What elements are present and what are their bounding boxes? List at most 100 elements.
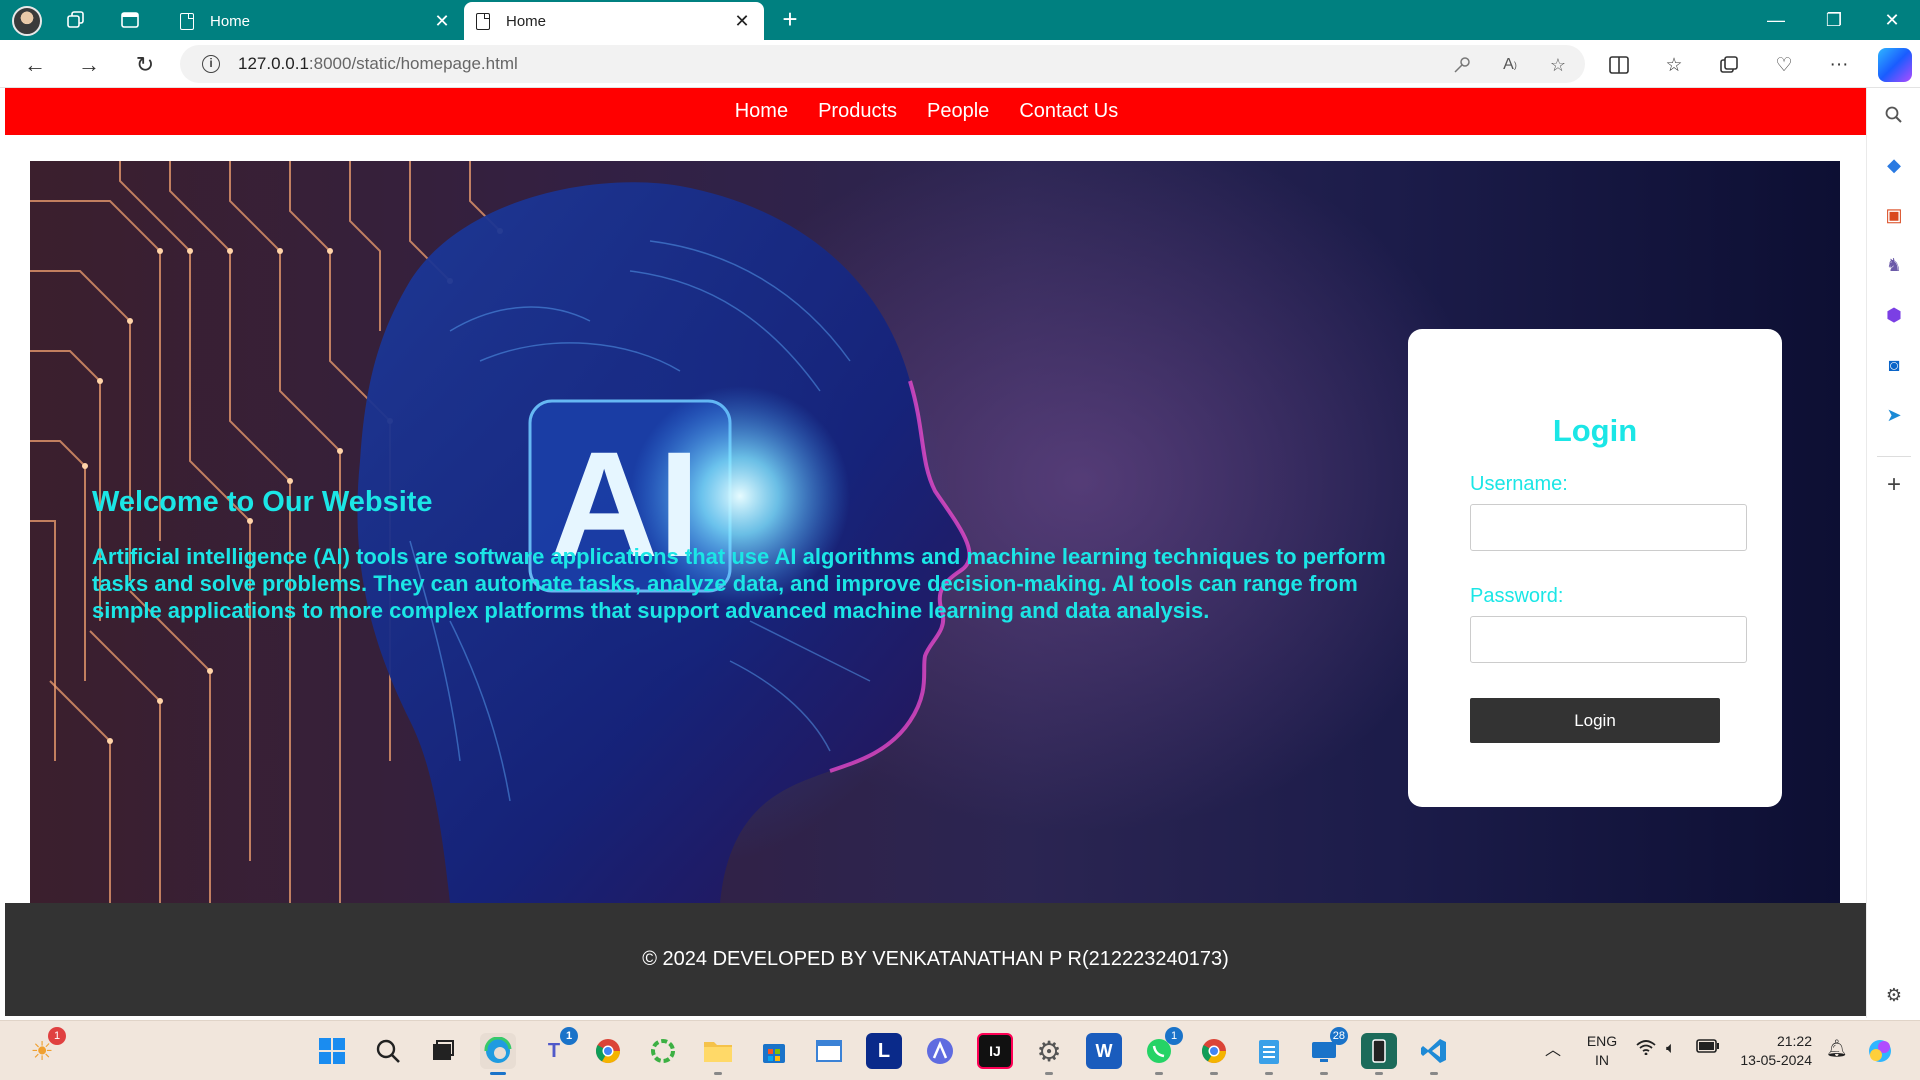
window-app-icon[interactable] [811,1033,847,1069]
volume-icon[interactable]: 🔈︎ [1666,1039,1676,1058]
battery-icon[interactable] [1696,1039,1720,1058]
teams-badge: 1 [560,1027,578,1045]
clock-date: 13-05-2024 [1740,1052,1812,1068]
chrome-profile-icon[interactable] [1196,1033,1232,1075]
password-key-icon[interactable] [1449,52,1475,78]
copilot-icon[interactable] [1878,48,1912,82]
triangle-app-icon[interactable] [922,1033,958,1069]
language-code: ENG [1586,1033,1618,1049]
tab-title: Home [210,12,251,30]
microsoft-store-icon[interactable] [756,1033,792,1069]
login-button[interactable]: Login [1470,698,1720,743]
url-path: :8000/static/homepage.html [308,54,518,73]
nav-link-home[interactable]: Home [735,100,788,123]
intro-paragraph: Artificial intelligence (AI) tools are s… [92,544,1386,623]
site-footer: © 2024 DEVELOPED BY VENKATANATHAN P R(21… [5,903,1866,1016]
login-title: Login [1552,413,1638,448]
show-hidden-icons-chevron-icon[interactable]: ︿ [1545,1041,1561,1060]
circle-app-icon[interactable] [645,1033,681,1069]
edge-sidebar: ◆ ▣ ♞ ⬢ ◙ ➤ + ⚙ [1866,88,1920,1018]
tab-title: Home [506,12,547,30]
send-icon[interactable]: ➤ [1879,400,1909,430]
clock-time: 21:22 [1776,1033,1812,1049]
password-label: Password: [1470,585,1564,607]
phone-link-icon[interactable] [1361,1033,1397,1075]
weather-badge: 1 [48,1027,66,1045]
weather-widget-icon[interactable]: ☀ 1 [24,1027,66,1069]
region-code: IN [1595,1052,1609,1068]
notepad-icon[interactable] [1251,1033,1287,1075]
password-input[interactable] [1470,616,1747,663]
l-app-icon[interactable]: L [866,1033,902,1069]
profile-avatar[interactable] [12,6,42,36]
workspaces-icon[interactable] [62,6,90,34]
close-tab-icon[interactable]: ✕ [732,11,752,32]
copilot-preview-icon[interactable] [1862,1033,1898,1069]
clock[interactable]: 21:22 13-05-2024 [1730,1032,1812,1070]
page-icon [180,12,194,30]
collections-icon[interactable] [1713,49,1745,81]
whatsapp-badge: 1 [1165,1027,1183,1045]
games-icon[interactable]: ♞ [1879,250,1909,280]
teams-icon[interactable]: T1 [536,1027,578,1069]
site-info-icon[interactable]: i [202,55,220,73]
add-sidebar-app-icon[interactable]: + [1879,470,1909,500]
outlook-icon[interactable]: ◙ [1879,350,1909,380]
username-label: Username: [1470,473,1568,495]
remote-desktop-icon[interactable]: 28 [1306,1027,1348,1075]
new-tab-button[interactable]: + [776,6,804,34]
start-windows-icon[interactable] [314,1033,350,1069]
windows-taskbar: ☀ 1 T1 L IJ ⚙ W 1 28 ︿ ENG IN 🔈︎ 21:22 1… [0,1020,1920,1080]
nav-link-products[interactable]: Products [818,100,897,123]
tab-home-inactive[interactable]: Home ✕ [168,2,464,40]
footer-text: © 2024 DEVELOPED BY VENKATANATHAN P R(21… [642,948,1229,970]
tab-home-active[interactable]: Home ✕ [464,2,764,40]
favorite-star-icon[interactable]: ☆ [1545,52,1571,78]
store-notifications-badge: 28 [1329,1027,1348,1045]
word-icon[interactable]: W [1086,1033,1122,1069]
search-taskbar-icon[interactable] [370,1033,406,1069]
minimize-button[interactable]: — [1748,0,1804,40]
vertical-tabs-icon[interactable] [116,6,144,34]
intellij-icon[interactable]: IJ [977,1033,1013,1069]
close-window-button[interactable]: ✕ [1864,0,1920,40]
nav-link-contact-us[interactable]: Contact Us [1019,100,1118,123]
more-menu-icon[interactable]: ··· [1823,49,1855,81]
notifications-bell-icon[interactable]: 🔔︎ [1826,1039,1848,1058]
shopping-tag-icon[interactable]: ◆ [1879,150,1909,180]
split-screen-icon[interactable] [1603,49,1635,81]
nav-link-people[interactable]: People [927,100,989,123]
tools-briefcase-icon[interactable]: ▣ [1879,200,1909,230]
restore-button[interactable]: ❐ [1806,0,1862,40]
page-viewport: Home Products People Contact Us AI Welco… [5,88,1866,1016]
forward-button[interactable]: → [74,50,104,80]
sidebar-settings-gear-icon[interactable]: ⚙ [1879,980,1909,1010]
vscode-icon[interactable] [1416,1033,1452,1075]
whatsapp-icon[interactable]: 1 [1141,1027,1183,1075]
username-input[interactable] [1470,504,1747,551]
wifi-icon[interactable] [1636,1039,1656,1060]
hero-section: AI Welcome to Our Website Artificial int… [30,161,1840,903]
welcome-heading: Welcome to Our Website [92,486,433,518]
browser-essentials-icon[interactable]: ♡ [1768,49,1800,81]
microsoft-365-icon[interactable]: ⬢ [1879,300,1909,330]
sidebar-divider [1877,456,1911,457]
read-aloud-icon[interactable]: A) [1497,52,1523,78]
close-tab-icon[interactable]: ✕ [432,11,452,32]
refresh-button[interactable]: ↻ [130,50,160,80]
login-card: Login Username: Password: Login [1408,329,1782,807]
back-button[interactable]: ← [20,50,50,80]
file-explorer-icon[interactable] [700,1033,736,1075]
url-host: 127.0.0.1 [238,54,309,73]
task-view-icon[interactable] [425,1033,461,1069]
edge-taskbar-icon[interactable] [480,1033,516,1075]
settings-gear-icon[interactable]: ⚙ [1031,1033,1067,1075]
language-indicator[interactable]: ENG IN [1580,1032,1624,1070]
chrome-icon[interactable] [590,1033,626,1069]
search-icon[interactable] [1879,100,1909,130]
url-text[interactable]: 127.0.0.1:8000/static/homepage.html [238,54,518,74]
favorites-icon[interactable]: ☆ [1658,49,1690,81]
page-icon [476,12,490,30]
address-bar[interactable]: i 127.0.0.1:8000/static/homepage.html A)… [180,45,1585,83]
browser-title-bar: Home ✕ Home ✕ + — ❐ ✕ [0,0,1920,40]
